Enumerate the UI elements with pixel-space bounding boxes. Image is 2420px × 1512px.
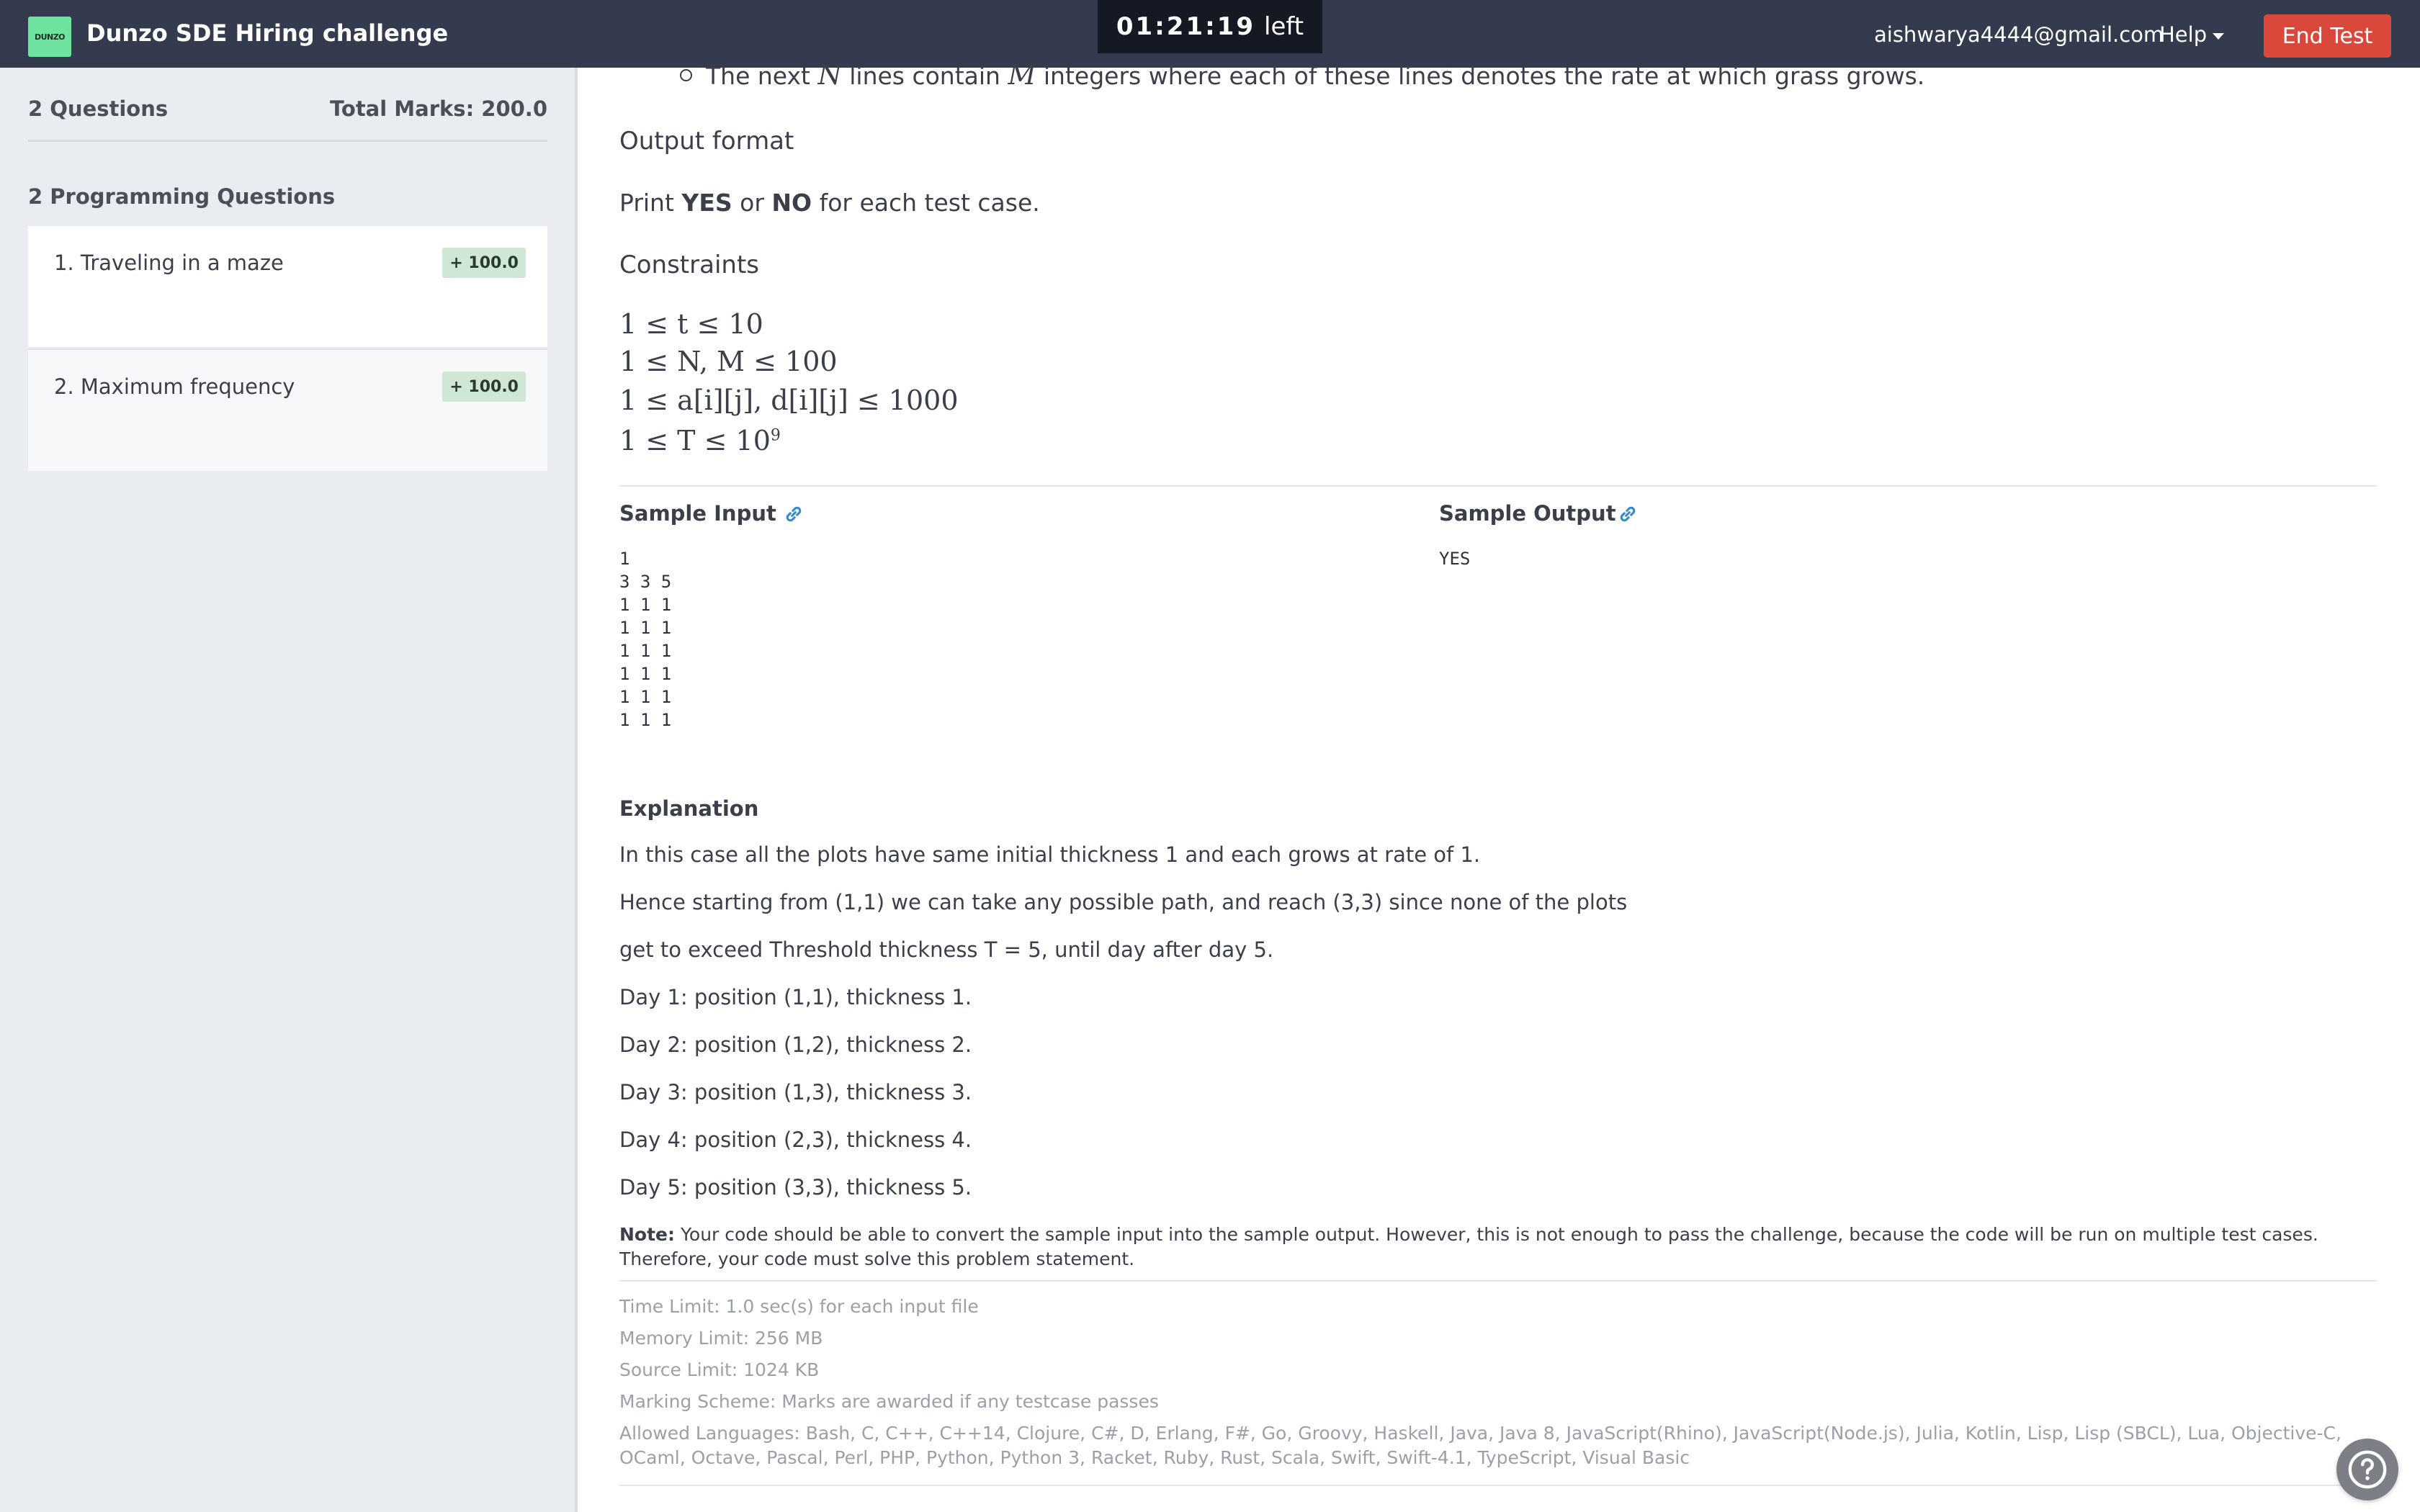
sidebar-summary: 2 Questions Total Marks: 200.0 [28,96,547,121]
text: NO [771,189,812,217]
questions-count: 2 Questions [28,96,169,121]
countdown-timer: 01:21:19 left [1098,0,1322,53]
explanation-line: Day 3: position (1,3), thickness 3. [619,1080,972,1104]
text: or [740,189,764,217]
divider [619,1485,2377,1486]
memory-limit: Memory Limit: 256 MB [619,1328,823,1349]
caret-down-icon [2213,32,2225,40]
exponent: 9 [770,426,781,445]
sample-output-block: YES [1439,549,1471,569]
user-email[interactable]: aishwarya4444@gmail.com [1874,20,2164,49]
timer-value: 01:21:19 [1116,12,1256,41]
constraint-line: 1 ≤ a[i][j], d[i][j] ≤ 1000 [619,384,959,416]
top-bar: DUNZO Dunzo SDE Hiring challenge 01:21:1… [0,0,2420,68]
constraints-heading: Constraints [619,251,759,279]
section-title: 2 Programming Questions [28,184,336,209]
marks-badge: + 100.0 [442,248,526,278]
output-format-text: Print YES or NO for each test case. [619,189,1040,217]
sidebar-divider [28,140,547,142]
text: Print [619,189,674,217]
explanation-heading: Explanation [619,796,759,821]
explanation-line: In this case all the plots have same ini… [619,842,1481,867]
math-var: M [1008,59,1036,91]
sample-input-block: 1 3 3 5 1 1 1 1 1 1 1 1 1 1 1 1 1 1 1 1 … [619,549,672,730]
timer-suffix: left [1264,12,1304,41]
dunzo-logo: DUNZO [28,17,71,57]
text: for each test case. [819,189,1040,217]
sample-input-heading: Sample Input [619,501,776,526]
question-item-1[interactable]: 1. Traveling in a maze + 100.0 [28,226,547,347]
explanation-line: Day 4: position (2,3), thickness 4. [619,1128,972,1152]
total-marks: Total Marks: 200.0 [329,96,547,121]
explanation-line: Hence starting from (1,1) we can take an… [619,890,1628,914]
note-text: Your code should be able to convert the … [619,1224,2318,1269]
math-var: N [817,59,842,91]
note-label: Note: [619,1224,676,1245]
allowed-languages: Allowed Languages: Bash, C, C++, C++14, … [619,1423,2341,1468]
time-limit: Time Limit: 1.0 sec(s) for each input fi… [619,1296,979,1317]
link-icon[interactable] [784,504,804,524]
help-label: Help [2159,22,2208,47]
explanation-line: Day 2: position (1,2), thickness 2. [619,1032,972,1057]
challenge-title: Dunzo SDE Hiring challenge [86,19,449,47]
marking-scheme: Marking Scheme: Marks are awarded if any… [619,1391,1159,1412]
constraint-line: 1 ≤ N, M ≤ 100 [619,346,838,377]
constraint-text: 1 ≤ T ≤ 10 [619,425,771,456]
explanation-line: Day 1: position (1,1), thickness 1. [619,985,972,1009]
bullet-text: lines contain [849,62,1000,90]
bullet-text: The next [706,62,810,90]
output-format-heading: Output format [619,127,794,156]
help-menu[interactable]: Help [2159,20,2225,49]
explanation-line: get to exceed Threshold thickness T = 5,… [619,937,1274,962]
source-limit: Source Limit: 1024 KB [619,1359,820,1380]
divider [619,1280,2377,1282]
question-label: 2. Maximum frequency [54,374,295,399]
link-icon[interactable] [1618,504,1638,524]
divider [619,485,2377,487]
note-block: Note: Your code should be able to conver… [619,1223,2377,1272]
help-fab[interactable] [2336,1439,2398,1500]
marks-badge: + 100.0 [442,372,526,402]
question-circle-icon [2348,1450,2387,1489]
constraint-line: 1 ≤ T ≤ 109 [619,425,781,456]
end-test-button[interactable]: End Test [2264,14,2391,58]
bullet-text: integers where each of these lines denot… [1043,62,1925,90]
question-label: 1. Traveling in a maze [54,251,284,275]
question-item-2[interactable]: 2. Maximum frequency + 100.0 [28,348,547,471]
explanation-line: Day 5: position (3,3), thickness 5. [619,1175,972,1200]
bullet-circle-icon [680,69,692,81]
text: YES [681,189,732,217]
input-format-bullet: The next N lines contain M integers wher… [680,59,1925,91]
sample-output-heading: Sample Output [1439,501,1616,526]
questions-sidebar: 2 Questions Total Marks: 200.0 2 Program… [0,68,578,1512]
constraint-line: 1 ≤ t ≤ 10 [619,308,763,340]
